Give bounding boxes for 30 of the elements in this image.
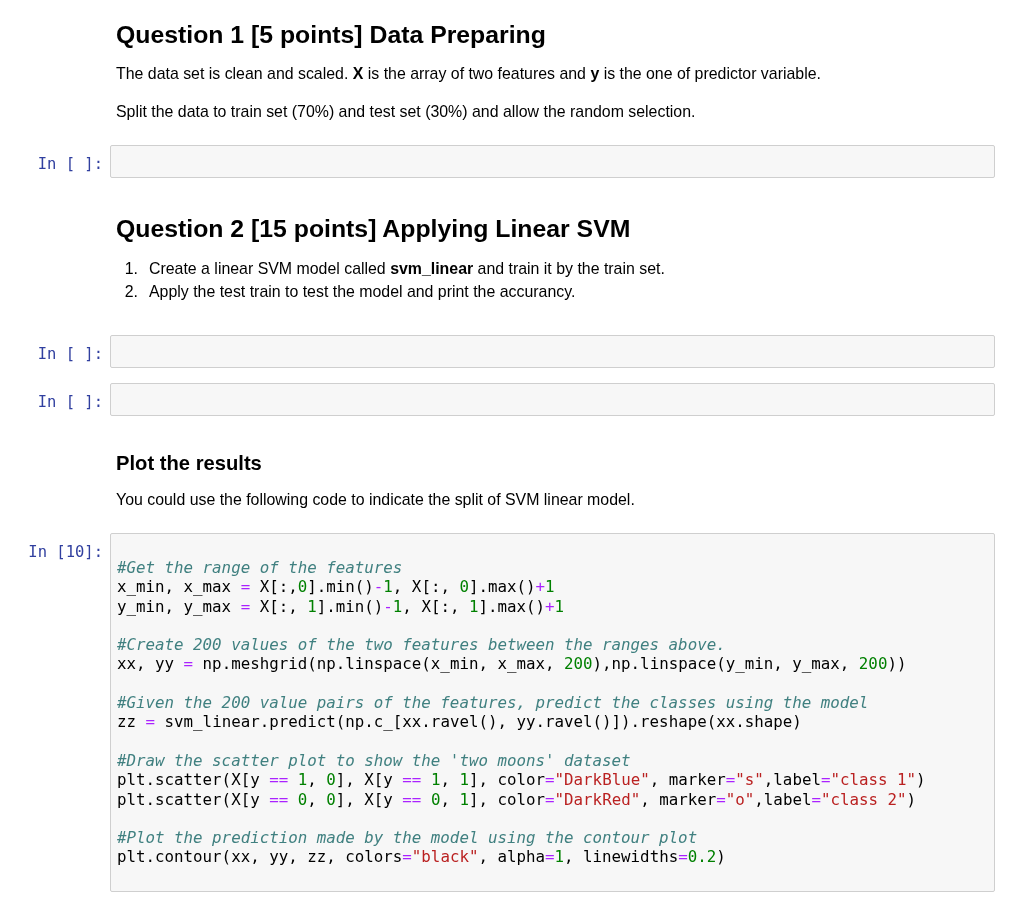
code-line: #Draw the scatter plot to show the 'two moons' dataset bbox=[117, 750, 631, 771]
code-line: x_min, x_max = X[:,0].min()-1, X[:, 0].max()+1 bbox=[117, 577, 555, 597]
code-input-field[interactable] bbox=[110, 382, 995, 416]
code-line: #Plot the prediction made by the model using the contour plot bbox=[117, 828, 698, 848]
input-prompt: In [ ]: bbox=[37, 344, 103, 363]
input-prompt: In [10]: bbox=[28, 542, 103, 561]
code-line: y_min, y_max = X[:, 1].min()-1, X[:, 1].max()+1 bbox=[117, 596, 565, 616]
paragraph: The data set is clean and scaled. X is the array of two features and y is the one of predictor variable. bbox=[116, 64, 821, 84]
code-line: zz = svm_linear.predict(np.c_[xx.ravel(), yy.ravel()]).reshape(xx.shape) bbox=[117, 712, 802, 732]
code-line: plt.scatter(X[y == 0, 0], X[y == 0, 1], color="DarkRed", marker="o",label="class 2") bbox=[117, 789, 917, 809]
heading: Question 2 [15 points] Applying Linear SVM bbox=[116, 214, 631, 243]
code-line: #Given the 200 value pairs of the features, predict the classes using the model bbox=[117, 693, 869, 713]
code-line: #Create 200 values of the two features between the ranges above. bbox=[117, 635, 726, 655]
list-number: 2. bbox=[123, 282, 138, 302]
code-input-field[interactable] bbox=[110, 334, 995, 368]
subheading: Plot the results bbox=[116, 452, 262, 475]
list-item-text: Create a linear SVM model called svm_linear and train it by the train set. bbox=[149, 259, 665, 279]
list-number: 1. bbox=[123, 259, 138, 279]
code-input-field[interactable] bbox=[110, 144, 995, 178]
paragraph: Split the data to train set (70%) and test set (30%) and allow the random selection. bbox=[116, 102, 696, 122]
heading: Question 1 [5 points] Data Preparing bbox=[116, 20, 546, 49]
code-editor[interactable] bbox=[110, 532, 995, 893]
input-prompt: In [ ]: bbox=[37, 392, 103, 411]
code-line: plt.contour(xx, yy, zz, colors="black", alpha=1, linewidths=0.2) bbox=[117, 847, 726, 867]
input-prompt: In [ ]: bbox=[37, 154, 103, 173]
paragraph: You could use the following code to indicate the split of SVM linear model. bbox=[116, 490, 635, 510]
code-line: plt.scatter(X[y == 1, 0], X[y == 1, 1], color="DarkBlue", marker="s",label="class 1") bbox=[117, 770, 926, 790]
code-line: #Get the range of the features bbox=[117, 558, 403, 578]
code-line: xx, yy = np.meshgrid(np.linspace(x_min, x_max, 200),np.linspace(y_min, y_max, 200)) bbox=[117, 654, 907, 674]
list-item-text: Apply the test train to test the model and print the accurancy. bbox=[149, 282, 576, 302]
